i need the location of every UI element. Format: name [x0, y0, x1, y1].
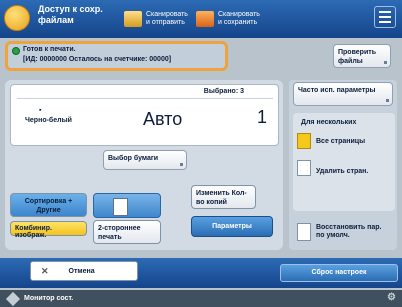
status-monitor-button[interactable]: Монитор сост.	[24, 295, 73, 302]
restore-defaults-checkbox[interactable]	[297, 223, 311, 241]
duplex-button[interactable]: 2-стороннее печать	[93, 220, 161, 244]
status-ok-icon	[12, 47, 20, 55]
settings-summary[interactable]: Выбрано: 3 ▪ Черно-белый Авто 1	[10, 84, 279, 146]
stop-button[interactable]: ✕ Отмена	[30, 261, 138, 281]
bw-icon: ▪	[39, 107, 42, 114]
divider	[17, 98, 273, 99]
status-monitor-icon	[5, 291, 21, 306]
selected-count: Выбрано: 3	[203, 88, 244, 95]
folder-icon	[196, 11, 214, 27]
change-copies-button[interactable]: Изменить Кол-во копий	[191, 185, 256, 209]
remove-pages-checkbox[interactable]	[297, 160, 311, 176]
sort-others-button[interactable]: Сортировка + Другие	[10, 193, 87, 217]
document-icon	[113, 198, 128, 216]
all-pages-label: Все страницы	[316, 138, 366, 145]
paper-select-button[interactable]: Выбор бумаги	[103, 150, 187, 170]
home-icon[interactable]	[4, 5, 30, 31]
app-title[interactable]: Доступ к сохр. файлам	[38, 4, 112, 26]
status-message: Готов к печати.	[23, 46, 76, 53]
scanner-icon	[124, 11, 142, 27]
footer: Монитор сост. ⚙	[0, 290, 402, 307]
settings-icon[interactable]: ⚙	[387, 292, 396, 303]
options-button[interactable]: Параметры	[191, 216, 273, 237]
frequent-settings-button[interactable]: Часто исп. параметры	[293, 82, 393, 106]
paper-size: Авто	[143, 109, 183, 129]
close-icon: ✕	[41, 265, 49, 276]
reset-button[interactable]: Сброс настроек	[280, 264, 398, 282]
top-bar: Доступ к сохр. файлам Сканировать и отпр…	[0, 0, 402, 38]
color-mode: Черно-белый	[25, 117, 72, 124]
remove-pages-label: Удалить стран.	[316, 168, 369, 175]
multi-heading: Для нескольких	[301, 119, 357, 126]
restore-defaults-label: Восстановить пар. по умолч.	[316, 224, 382, 239]
status-area: Готов к печати. [ИД: 0000000 Осталось на…	[5, 41, 228, 71]
check-files-button[interactable]: Проверить файлы	[333, 44, 391, 68]
status-counter: [ИД: 0000000 Осталось на счетчике: 00000…	[23, 56, 172, 63]
tab-scan-save[interactable]: Сканировать и сохранить	[196, 6, 264, 32]
menu-button[interactable]	[374, 6, 396, 28]
tab-scan-send[interactable]: Сканировать и отправить	[124, 6, 192, 32]
copy-count: 1	[257, 107, 268, 127]
combine-button[interactable]: Комбинир. изображ.	[10, 221, 87, 239]
all-pages-checkbox[interactable]	[297, 133, 311, 149]
